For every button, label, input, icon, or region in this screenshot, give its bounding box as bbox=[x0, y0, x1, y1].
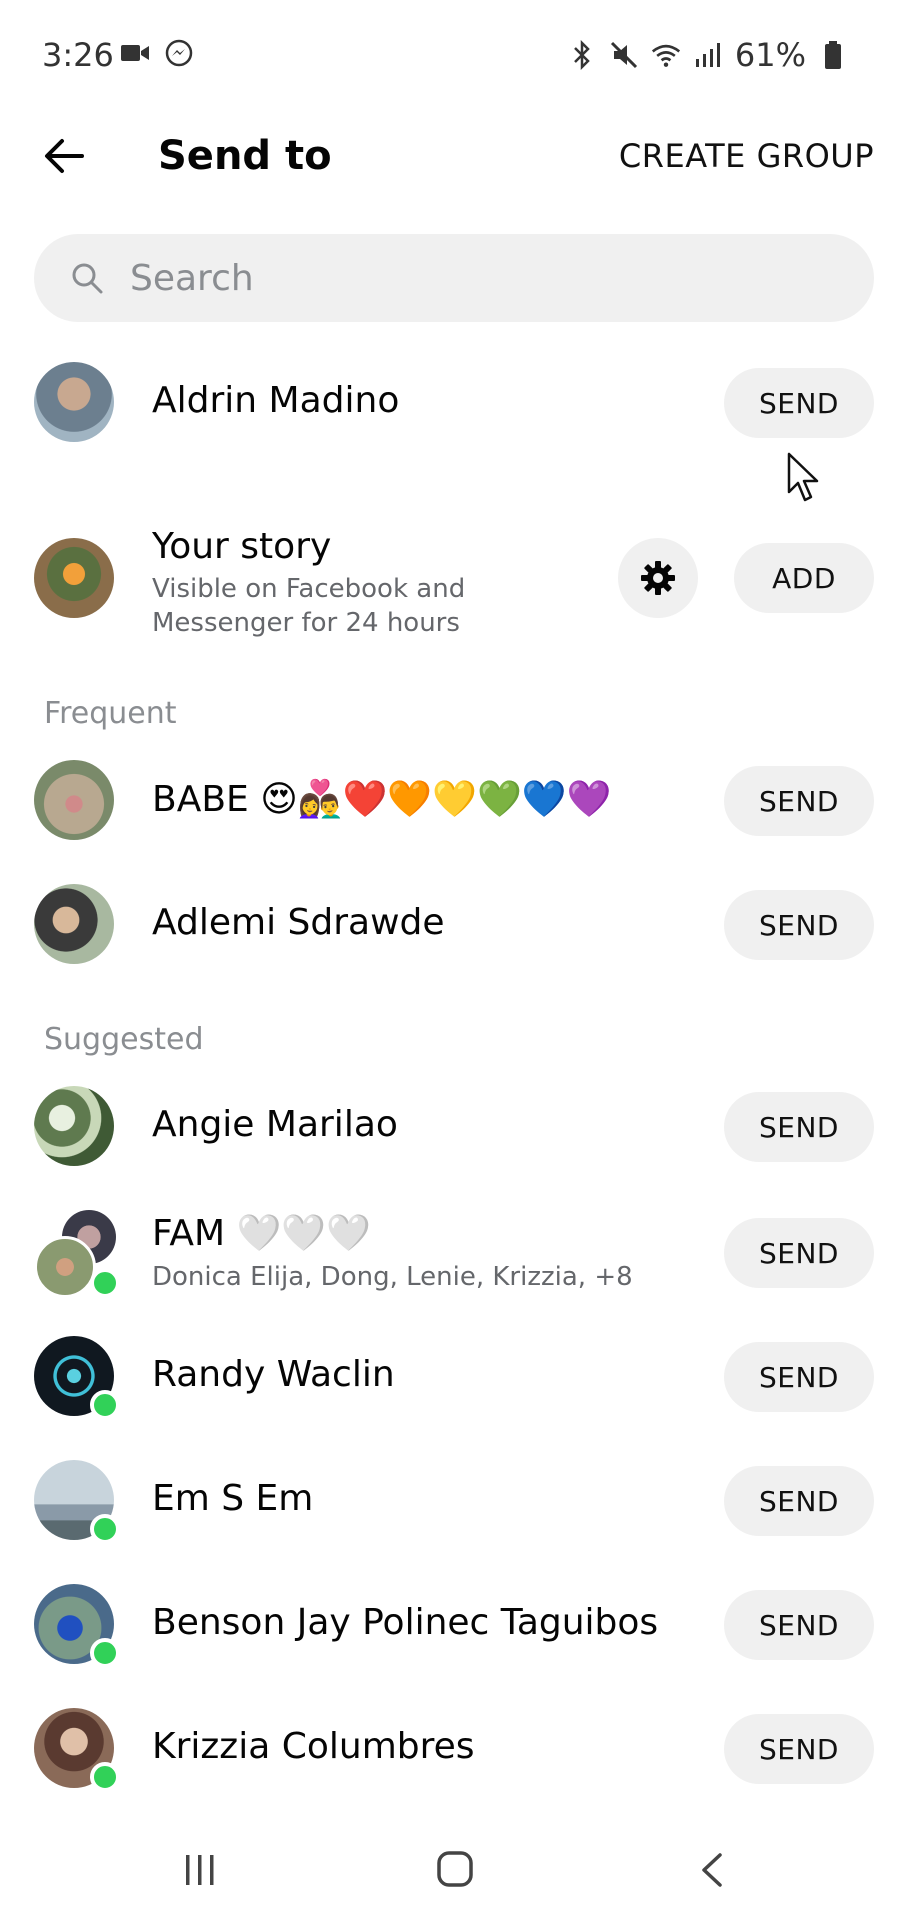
avatar bbox=[34, 362, 114, 442]
system-nav-bar bbox=[0, 1820, 908, 1920]
send-button[interactable]: SEND bbox=[724, 766, 874, 836]
online-indicator bbox=[90, 1514, 120, 1544]
story-row[interactable]: Your story Visible on Facebook and Messe… bbox=[0, 500, 908, 650]
contact-row[interactable]: Em S Em SEND bbox=[0, 1438, 908, 1562]
contact-name: Randy Waclin bbox=[152, 1354, 395, 1395]
home-icon[interactable] bbox=[436, 1850, 474, 1888]
online-indicator bbox=[90, 1268, 120, 1298]
send-button[interactable]: SEND bbox=[724, 1218, 874, 1288]
back-button[interactable] bbox=[36, 128, 92, 184]
group-name: FAM 🤍🤍🤍 bbox=[152, 1213, 372, 1254]
contact-name: Adlemi Sdrawde bbox=[152, 902, 445, 943]
contact-name: Em S Em bbox=[152, 1478, 314, 1519]
online-indicator bbox=[90, 1390, 120, 1420]
contact-row[interactable]: Adlemi Sdrawde SEND bbox=[0, 862, 908, 986]
section-frequent: Frequent bbox=[44, 696, 177, 731]
create-group-button[interactable]: CREATE GROUP bbox=[619, 130, 874, 182]
avatar bbox=[34, 884, 114, 964]
search-input[interactable] bbox=[128, 256, 832, 300]
contact-name: Angie Marilao bbox=[152, 1104, 398, 1145]
contact-name: BABE 😍👩‍❤️‍👨❤️🧡💛💚💙💜 bbox=[152, 779, 612, 820]
gear-icon bbox=[641, 561, 675, 595]
battery-icon bbox=[818, 40, 848, 70]
mute-icon bbox=[609, 40, 639, 70]
send-button[interactable]: SEND bbox=[724, 1714, 874, 1784]
back-nav-icon[interactable] bbox=[698, 1852, 726, 1888]
online-indicator bbox=[90, 1638, 120, 1668]
contact-name: Benson Jay Polinec Taguibos bbox=[152, 1602, 659, 1643]
story-subtitle-line1: Visible on Facebook and bbox=[152, 574, 466, 604]
avatar bbox=[34, 538, 114, 618]
bluetooth-icon bbox=[567, 40, 597, 70]
group-members: Donica Elija, Dong, Lenie, Krizzia, +8 bbox=[152, 1262, 633, 1292]
messenger-icon bbox=[164, 38, 194, 68]
send-button[interactable]: SEND bbox=[724, 368, 874, 438]
group-row[interactable]: FAM 🤍🤍🤍 Donica Elija, Dong, Lenie, Krizz… bbox=[0, 1188, 908, 1318]
group-avatar-front bbox=[34, 1236, 96, 1298]
online-indicator bbox=[90, 1762, 120, 1792]
recent-apps-icon[interactable] bbox=[182, 1852, 218, 1888]
status-time: 3:26 bbox=[42, 36, 114, 74]
contact-row[interactable]: Angie Marilao SEND bbox=[0, 1064, 908, 1188]
story-settings-button[interactable] bbox=[618, 538, 698, 618]
contact-name: Aldrin Madino bbox=[152, 380, 400, 421]
search-bar[interactable] bbox=[34, 234, 874, 322]
emoji-text: 😍👩‍❤️‍👨❤️🧡💛💚💙💜 bbox=[260, 779, 612, 820]
contact-row[interactable]: Aldrin Madino SEND bbox=[0, 340, 908, 464]
send-button[interactable]: SEND bbox=[724, 1092, 874, 1162]
contact-row[interactable]: Randy Waclin SEND bbox=[0, 1314, 908, 1438]
status-right-icons: 61% bbox=[567, 36, 848, 74]
send-button[interactable]: SEND bbox=[724, 1466, 874, 1536]
wifi-icon bbox=[651, 40, 681, 70]
mouse-pointer-icon bbox=[787, 452, 819, 502]
back-arrow-icon bbox=[45, 139, 84, 173]
page-title: Send to bbox=[158, 133, 332, 179]
contact-row[interactable]: Krizzia Columbres SEND bbox=[0, 1686, 908, 1810]
story-title: Your story bbox=[152, 526, 332, 567]
emoji-text: 🤍🤍🤍 bbox=[236, 1213, 372, 1254]
status-bar: 3:26 61% bbox=[0, 0, 908, 112]
story-subtitle-line2: Messenger for 24 hours bbox=[152, 608, 460, 638]
contact-name: Krizzia Columbres bbox=[152, 1726, 475, 1767]
avatar bbox=[34, 760, 114, 840]
section-suggested: Suggested bbox=[44, 1022, 204, 1057]
send-button[interactable]: SEND bbox=[724, 1342, 874, 1412]
avatar bbox=[34, 1086, 114, 1166]
signal-icon bbox=[693, 40, 723, 70]
send-button[interactable]: SEND bbox=[724, 890, 874, 960]
contact-row[interactable]: Benson Jay Polinec Taguibos SEND bbox=[0, 1562, 908, 1686]
battery-percent: 61% bbox=[734, 36, 806, 74]
add-story-button[interactable]: ADD bbox=[734, 543, 874, 613]
send-button[interactable]: SEND bbox=[724, 1590, 874, 1660]
status-left-icons bbox=[120, 38, 194, 68]
video-call-icon bbox=[120, 38, 150, 68]
search-icon bbox=[72, 263, 103, 294]
contact-row[interactable]: BABE 😍👩‍❤️‍👨❤️🧡💛💚💙💜 SEND bbox=[0, 738, 908, 862]
